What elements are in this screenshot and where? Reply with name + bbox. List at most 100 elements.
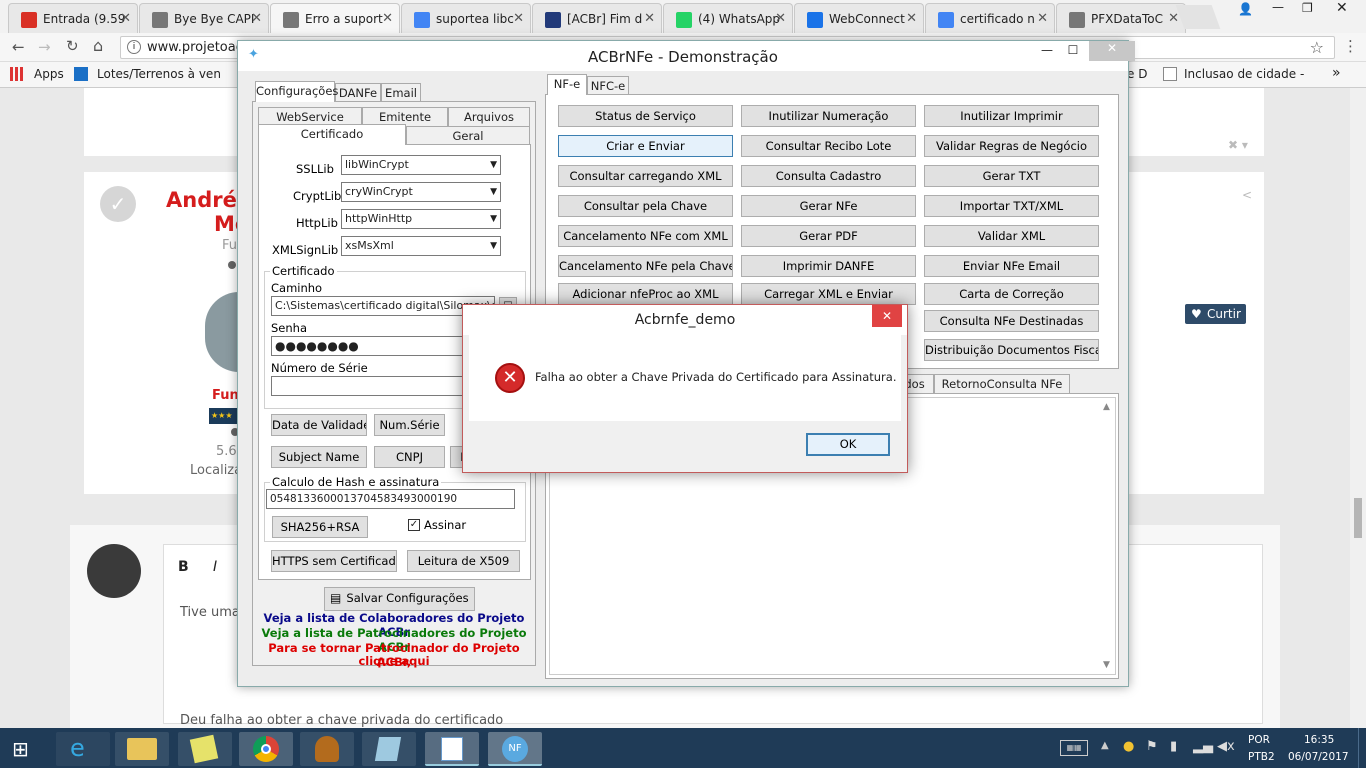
like-button[interactable]: ♥ Curtir	[1185, 304, 1246, 324]
browser-tab[interactable]: suportea libc ✕	[401, 3, 531, 33]
tab-nfce[interactable]: NFC-e	[587, 76, 629, 95]
data-validade-button[interactable]: Data de Validade	[271, 414, 367, 436]
back-icon[interactable]: ←	[12, 38, 25, 56]
browser-tab[interactable]: Entrada (9.59 ✕	[8, 3, 138, 33]
browser-tab[interactable]: (4) WhatsApp ✕	[663, 3, 793, 33]
sha256-rsa-button[interactable]: SHA256+RSA	[272, 516, 368, 538]
helmet-app-icon[interactable]	[300, 732, 354, 766]
nfe-action-button[interactable]: Gerar PDF	[741, 225, 916, 247]
nfe-action-button[interactable]: Validar XML	[924, 225, 1099, 247]
share-icon[interactable]: <	[1242, 188, 1252, 202]
tab-nfe[interactable]: NF-e	[547, 74, 587, 95]
italic-button[interactable]: I	[213, 559, 217, 575]
tab-arquivos[interactable]: Arquivos	[448, 107, 530, 126]
sticky-notes-icon[interactable]	[178, 732, 232, 766]
nfe-action-button[interactable]: Consulta NFe Destinadas	[924, 310, 1099, 332]
close-icon[interactable]: ✕	[1336, 0, 1348, 16]
close-tab-icon[interactable]: ✕	[251, 11, 262, 26]
close-tab-icon[interactable]: ✕	[513, 11, 524, 26]
tab-retorno-consulta[interactable]: RetornoConsulta NFe 2.01	[934, 374, 1070, 409]
cryptlib-select[interactable]: cryWinCrypt ▼	[341, 182, 501, 202]
nfe-action-button[interactable]: Gerar TXT	[924, 165, 1099, 187]
acbr-app-icon[interactable]	[425, 732, 479, 766]
clock-date[interactable]: 06/07/2017	[1288, 751, 1349, 763]
bookmark-apps[interactable]: Apps	[34, 67, 64, 81]
ssllib-select[interactable]: libWinCrypt ▼	[341, 155, 501, 175]
menu-icon[interactable]: ⋮	[1343, 37, 1358, 55]
xmlsignlib-select[interactable]: xsMsXml ▼	[341, 236, 501, 256]
bold-button[interactable]: B	[178, 559, 189, 575]
nfe-action-button[interactable]: Distribuição Documentos Fiscais	[924, 339, 1099, 361]
nfe-action-button[interactable]: Inutilizar Imprimir	[924, 105, 1099, 127]
browser-tab[interactable]: [ACBr] Fim d ✕	[532, 3, 662, 33]
windows-start-icon[interactable]: ⊞	[12, 738, 36, 760]
tab-geral[interactable]: Geral	[406, 126, 530, 145]
leitura-x509-button[interactable]: Leitura de X509	[407, 550, 520, 572]
nfe-action-button[interactable]: Criar e Enviar	[558, 135, 733, 157]
close-tab-icon[interactable]: ✕	[120, 11, 131, 26]
page-scrollbar[interactable]	[1350, 88, 1366, 728]
nfe-action-button[interactable]: Status de Serviço	[558, 105, 733, 127]
cnpj-button[interactable]: CNPJ	[374, 446, 445, 468]
nfe-action-button[interactable]: Carregar XML e Enviar	[741, 283, 916, 305]
browser-tab[interactable]: WebConnect ✕	[794, 3, 924, 33]
star-icon[interactable]: ☆	[1310, 38, 1324, 57]
scrollbar-thumb[interactable]	[1354, 498, 1362, 538]
close-tab-icon[interactable]: ✕	[1168, 11, 1179, 26]
tab-email[interactable]: Email	[381, 83, 421, 102]
tab-danfe[interactable]: DANFe	[335, 83, 381, 102]
signal-icon[interactable]: ▂▄	[1193, 739, 1213, 754]
patrocinador-link-line2[interactable]: clique aqui	[252, 654, 536, 668]
close-tab-icon[interactable]: ✕	[775, 11, 786, 26]
volume-muted-icon[interactable]: ◀x	[1217, 739, 1235, 754]
nfe-app-icon[interactable]: NF	[488, 732, 542, 766]
nfe-action-button[interactable]: Consultar carregando XML	[558, 165, 733, 187]
close-tab-icon[interactable]: ✕	[644, 11, 655, 26]
ie-icon[interactable]: e	[56, 732, 110, 766]
home-icon[interactable]: ⌂	[93, 36, 103, 55]
bookmark-inclusao[interactable]: Inclusao de cidade -	[1184, 67, 1304, 81]
nfe-action-button[interactable]: Cancelamento NFe pela Chave	[558, 255, 733, 277]
tab-certificado[interactable]: Certificado	[258, 124, 406, 145]
nfe-action-button[interactable]: Imprimir DANFE	[741, 255, 916, 277]
nfe-action-button[interactable]: Consultar Recibo Lote	[741, 135, 916, 157]
show-desktop-button[interactable]	[1358, 728, 1366, 768]
info-icon[interactable]: i	[127, 40, 141, 54]
dialog-close-button[interactable]: ✕	[872, 305, 902, 327]
close-tab-icon[interactable]: ✕	[906, 11, 917, 26]
nfe-action-button[interactable]: Enviar NFe Email	[924, 255, 1099, 277]
restore-icon[interactable]: ❐	[1302, 1, 1313, 15]
scroll-up-icon[interactable]: ▲	[1103, 402, 1110, 412]
bookmark-partial[interactable]: e D	[1127, 67, 1147, 81]
tab-configuracoes[interactable]: Configurações	[255, 81, 338, 102]
bookmark-lotes[interactable]: Lotes/Terrenos à ven	[97, 67, 221, 81]
browser-tab[interactable]: Bye Bye CAPI ✕	[139, 3, 269, 33]
more-bookmarks-icon[interactable]: »	[1332, 65, 1341, 81]
nfe-action-button[interactable]: Gerar NFe	[741, 195, 916, 217]
nfe-action-button[interactable]: Validar Regras de Negócio	[924, 135, 1099, 157]
minimize-icon[interactable]: —	[1272, 0, 1284, 14]
https-sem-certificado-button[interactable]: HTTPS sem Certificado	[271, 550, 397, 572]
flag-icon[interactable]: ⚑	[1146, 739, 1158, 754]
subject-name-button[interactable]: Subject Name	[271, 446, 367, 468]
scroll-down-icon[interactable]: ▼	[1103, 660, 1110, 670]
reload-icon[interactable]: ↻	[66, 37, 79, 55]
maximize-button[interactable]: ☐	[1060, 43, 1086, 63]
clock-time[interactable]: 16:35	[1304, 734, 1334, 746]
assinar-checkbox[interactable]: ✓	[408, 519, 420, 531]
nfe-action-button[interactable]: Adicionar nfeProc ao XML	[558, 283, 733, 305]
ok-button[interactable]: OK	[806, 433, 890, 456]
browser-tab[interactable]: certificado n ✕	[925, 3, 1055, 33]
post-options-icon[interactable]: ✖ ▾	[1228, 138, 1248, 152]
nfe-action-button[interactable]: Consulta Cadastro	[741, 165, 916, 187]
num-serie-button[interactable]: Num.Série	[374, 414, 445, 436]
chat-icon[interactable]: ●	[1123, 739, 1134, 754]
minimize-button[interactable]: —	[1034, 43, 1060, 63]
user-icon[interactable]: 👤	[1238, 2, 1253, 16]
nfe-action-button[interactable]: Cancelamento NFe com XML	[558, 225, 733, 247]
chrome-icon[interactable]	[239, 732, 293, 766]
explorer-icon[interactable]	[115, 732, 169, 766]
hash-input[interactable]: 05481336000137045834930001​90	[266, 489, 515, 509]
close-tab-icon[interactable]: ✕	[1037, 11, 1048, 26]
browser-tab[interactable]: PFXDataToC ✕	[1056, 3, 1186, 33]
